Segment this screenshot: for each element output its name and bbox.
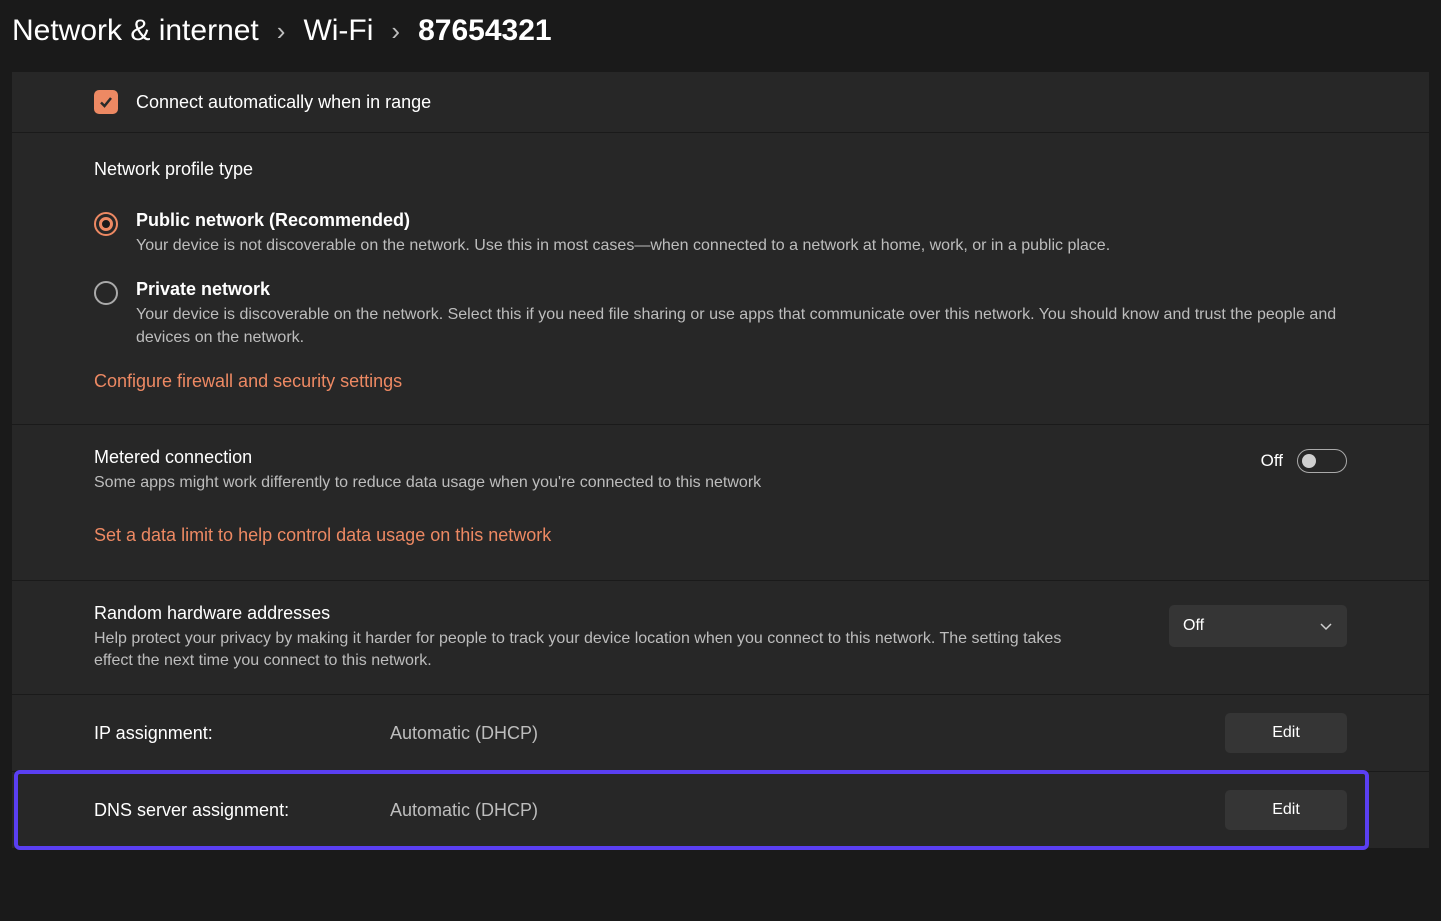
- dns-assignment-edit-button[interactable]: Edit: [1225, 790, 1347, 830]
- check-icon: [98, 94, 114, 110]
- metered-toggle-state: Off: [1261, 451, 1283, 471]
- random-hardware-dropdown-value: Off: [1183, 617, 1204, 635]
- connect-automatically-label: Connect automatically when in range: [136, 92, 431, 113]
- dns-assignment-value: Automatic (DHCP): [390, 800, 1225, 821]
- random-hardware-desc: Help protect your privacy by making it h…: [94, 628, 1074, 673]
- radio-public-network-input[interactable]: [94, 212, 118, 236]
- metered-title: Metered connection: [94, 447, 761, 468]
- metered-toggle[interactable]: [1297, 449, 1347, 473]
- breadcrumb-wifi[interactable]: Wi-Fi: [303, 14, 373, 48]
- breadcrumb: Network & internet › Wi-Fi › 87654321: [0, 0, 1441, 72]
- radio-private-desc: Your device is discoverable on the netwo…: [136, 304, 1347, 349]
- ip-assignment-row: IP assignment: Automatic (DHCP) Edit: [12, 695, 1429, 772]
- ip-assignment-value: Automatic (DHCP): [390, 723, 1225, 744]
- random-hardware-title: Random hardware addresses: [94, 603, 1074, 624]
- random-hardware-section: Random hardware addresses Help protect y…: [12, 581, 1429, 696]
- random-hardware-dropdown[interactable]: Off: [1169, 605, 1347, 647]
- metered-connection-section: Metered connection Some apps might work …: [12, 425, 1429, 580]
- radio-public-desc: Your device is not discoverable on the n…: [136, 235, 1110, 257]
- breadcrumb-network-internet[interactable]: Network & internet: [12, 14, 259, 48]
- metered-desc: Some apps might work differently to redu…: [94, 472, 761, 494]
- radio-private-title: Private network: [136, 279, 1347, 300]
- dns-assignment-label: DNS server assignment:: [94, 800, 390, 821]
- ip-assignment-edit-button[interactable]: Edit: [1225, 713, 1347, 753]
- connect-automatically-checkbox[interactable]: [94, 90, 118, 114]
- chevron-down-icon: [1319, 619, 1333, 633]
- configure-firewall-link[interactable]: Configure firewall and security settings: [94, 371, 402, 392]
- radio-public-title: Public network (Recommended): [136, 210, 1110, 231]
- dns-assignment-row: DNS server assignment: Automatic (DHCP) …: [12, 772, 1429, 849]
- chevron-right-icon: ›: [277, 16, 286, 47]
- network-profile-heading: Network profile type: [94, 159, 1347, 180]
- set-data-limit-link[interactable]: Set a data limit to help control data us…: [94, 525, 551, 546]
- network-profile-section: Network profile type Public network (Rec…: [12, 133, 1429, 425]
- connect-automatically-row[interactable]: Connect automatically when in range: [12, 72, 1429, 133]
- chevron-right-icon: ›: [391, 16, 400, 47]
- breadcrumb-current: 87654321: [418, 14, 551, 48]
- radio-private-network-input[interactable]: [94, 281, 118, 305]
- radio-public-network[interactable]: Public network (Recommended) Your device…: [94, 210, 1347, 257]
- ip-assignment-label: IP assignment:: [94, 723, 390, 744]
- radio-private-network[interactable]: Private network Your device is discovera…: [94, 279, 1347, 349]
